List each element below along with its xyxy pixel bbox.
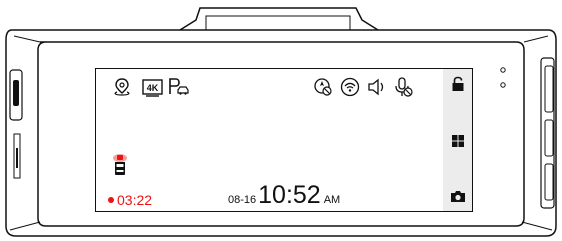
wifi-icon — [340, 77, 360, 97]
recording-timer: 03:22 — [108, 192, 152, 208]
resolution-label: 4K — [147, 83, 159, 93]
date-time-display: 08-16 10:52 AM — [228, 181, 340, 210]
date-label: 08-16 — [228, 194, 257, 206]
location-off-icon — [313, 77, 333, 97]
clock-period: AM — [323, 194, 341, 206]
gps-icon — [113, 77, 131, 97]
lock-icon[interactable] — [451, 76, 465, 92]
recording-dot-icon — [108, 197, 114, 203]
speaker-icon — [367, 77, 387, 97]
grid-menu-icon[interactable] — [451, 134, 465, 148]
camera-icon[interactable] — [450, 189, 466, 203]
recording-time: 03:22 — [117, 192, 153, 208]
parking-icon — [167, 76, 189, 96]
clock-time: 10:52 — [258, 181, 321, 209]
car-alert-icon — [112, 150, 128, 176]
4k-icon: 4K — [142, 79, 163, 97]
microphone-off-icon — [394, 76, 414, 98]
